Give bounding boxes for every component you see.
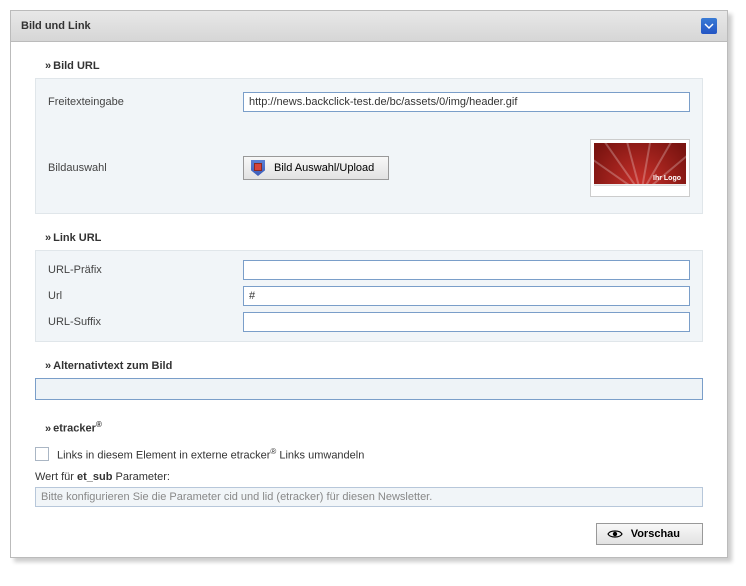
url-suffix-label: URL-Suffix	[48, 316, 243, 328]
etsub-param-label: Wert für et_sub Parameter:	[35, 471, 703, 483]
chevron-down-icon	[704, 21, 714, 31]
etracker-checkbox-label: Links in diesem Element in externe etrac…	[57, 447, 364, 462]
alt-text-input[interactable]	[35, 378, 703, 400]
bildauswahl-row: Bildauswahl Bild Auswahl/Upload Ihr Logo	[48, 133, 690, 203]
etracker-checkbox-row: Links in diesem Element in externe etrac…	[35, 443, 703, 472]
etracker-form: Links in diesem Element in externe etrac…	[35, 441, 703, 508]
bild-und-link-panel: Bild und Link »Bild URL Freitexteingabe	[10, 10, 728, 558]
freitext-row: Freitexteingabe	[48, 89, 690, 115]
bild-url-section: »Bild URL Freitexteingabe Bildauswahl Bi…	[35, 60, 703, 214]
bild-auswahl-button-label: Bild Auswahl/Upload	[274, 162, 374, 174]
alt-text-title: »Alternativtext zum Bild	[45, 360, 703, 372]
etracker-section: »etracker® Links in diesem Element in ex…	[35, 420, 703, 507]
url-suffix-row: URL-Suffix	[48, 309, 690, 335]
link-url-form: URL-Präfix Url URL-Suffix	[35, 250, 703, 342]
freitext-input[interactable]	[243, 92, 690, 112]
alt-text-section: »Alternativtext zum Bild	[35, 360, 703, 402]
vorschau-button-label: Vorschau	[631, 528, 680, 540]
etracker-title: »etracker®	[45, 420, 703, 435]
url-prefix-input[interactable]	[243, 260, 690, 280]
bild-url-form: Freitexteingabe Bildauswahl Bild Auswahl…	[35, 78, 703, 214]
panel-body: »Bild URL Freitexteingabe Bildauswahl Bi…	[11, 42, 727, 557]
collapse-button[interactable]	[701, 18, 717, 34]
url-prefix-row: URL-Präfix	[48, 257, 690, 283]
upload-shield-icon	[250, 160, 266, 176]
url-label: Url	[48, 290, 243, 302]
thumb-logo-text: Ihr Logo	[653, 175, 681, 182]
bild-auswahl-upload-button[interactable]: Bild Auswahl/Upload	[243, 156, 389, 180]
link-url-title: »Link URL	[45, 232, 703, 244]
bildauswahl-label: Bildauswahl	[48, 162, 243, 174]
eye-icon	[607, 529, 623, 539]
link-url-section: »Link URL URL-Präfix Url URL-Suffix	[35, 232, 703, 342]
url-prefix-label: URL-Präfix	[48, 264, 243, 276]
panel-header: Bild und Link	[11, 11, 727, 42]
bild-url-title: »Bild URL	[45, 60, 703, 72]
url-suffix-input[interactable]	[243, 312, 690, 332]
vorschau-button[interactable]: Vorschau	[596, 523, 703, 545]
panel-title: Bild und Link	[21, 20, 91, 32]
url-input[interactable]	[243, 286, 690, 306]
image-preview-thumbnail[interactable]: Ihr Logo	[590, 139, 690, 197]
etracker-convert-checkbox[interactable]	[35, 447, 49, 461]
url-row: Url	[48, 283, 690, 309]
etsub-param-input	[35, 487, 703, 507]
freitext-label: Freitexteingabe	[48, 96, 243, 108]
panel-footer: Vorschau	[35, 513, 703, 545]
